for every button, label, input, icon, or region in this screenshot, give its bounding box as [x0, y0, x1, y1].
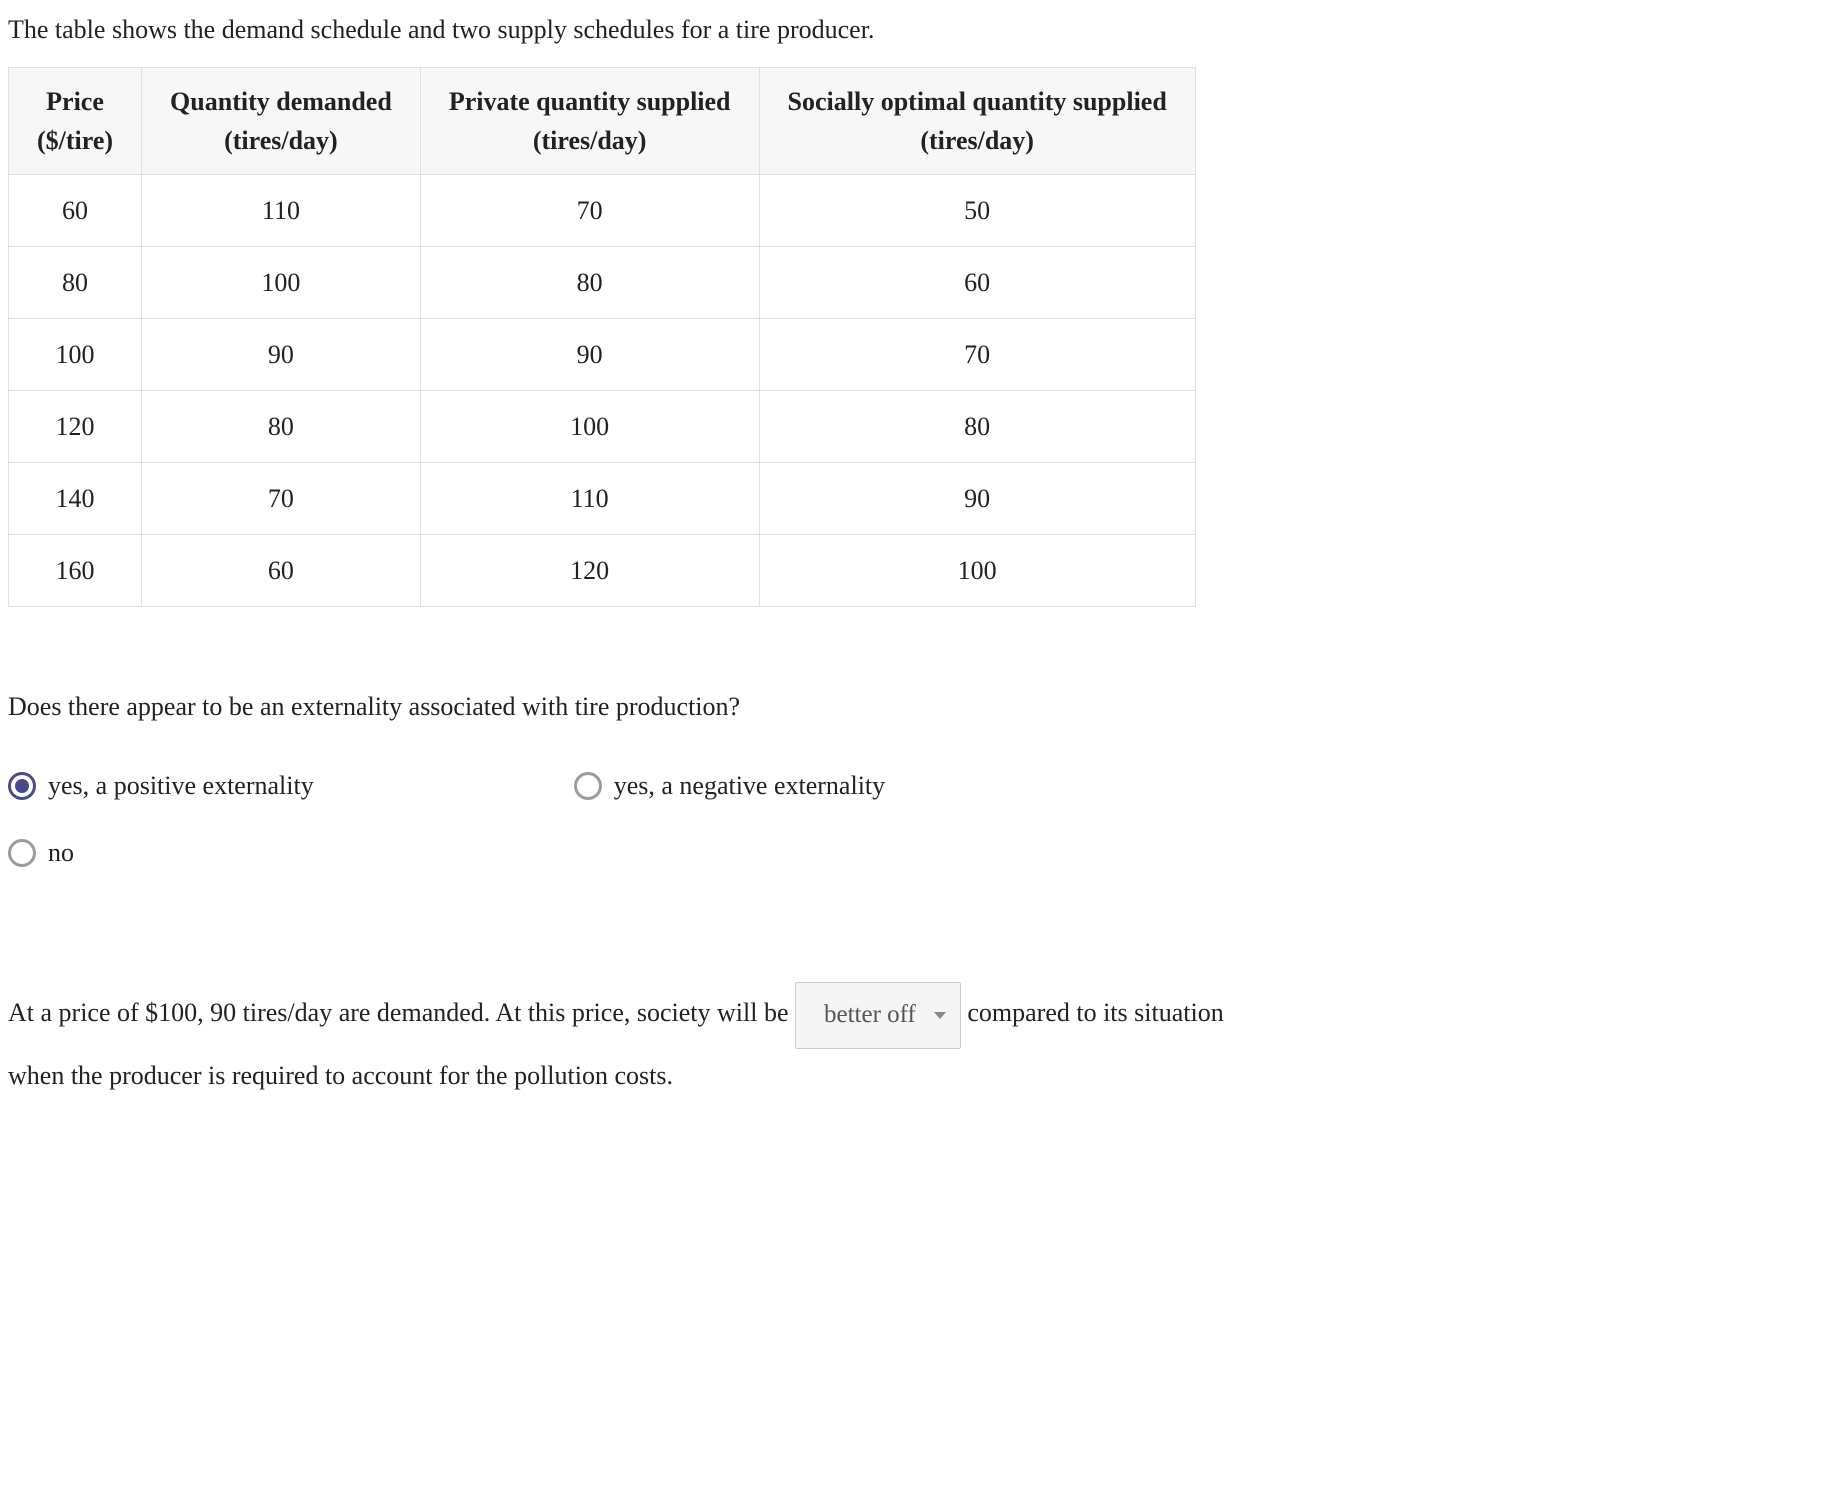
header-line: ($/tire)	[37, 121, 113, 160]
col-header-social-supply: Socially optimal quantity supplied (tire…	[759, 68, 1195, 175]
cell: 80	[420, 247, 759, 319]
option-positive-externality[interactable]: yes, a positive externality	[8, 766, 314, 805]
cell: 100	[420, 391, 759, 463]
header-line: Private quantity supplied	[449, 82, 731, 121]
table-row: 60 110 70 50	[9, 175, 1196, 247]
sentence-part: At a price of $100, 90 tires/day are dem…	[8, 998, 789, 1027]
table-row: 160 60 120 100	[9, 535, 1196, 607]
radio-unselected-icon	[8, 839, 36, 867]
sentence-part: when the producer is required to account…	[8, 1061, 673, 1090]
radio-unselected-icon	[574, 772, 602, 800]
col-header-price: Price ($/tire)	[9, 68, 142, 175]
cell: 80	[759, 391, 1195, 463]
col-header-private-supply: Private quantity supplied (tires/day)	[420, 68, 759, 175]
option-no[interactable]: no	[8, 833, 1838, 872]
cell: 120	[9, 391, 142, 463]
table-header-row: Price ($/tire) Quantity demanded (tires/…	[9, 68, 1196, 175]
col-header-demand: Quantity demanded (tires/day)	[142, 68, 421, 175]
table-row: 120 80 100 80	[9, 391, 1196, 463]
option-label: no	[48, 833, 74, 872]
cell: 90	[420, 319, 759, 391]
table-row: 140 70 110 90	[9, 463, 1196, 535]
cell: 60	[142, 535, 421, 607]
header-line: (tires/day)	[170, 121, 392, 160]
options-row-1: yes, a positive externality yes, a negat…	[8, 766, 1838, 805]
cell: 100	[142, 247, 421, 319]
intro-text: The table shows the demand schedule and …	[8, 10, 1838, 49]
option-negative-externality[interactable]: yes, a negative externality	[574, 766, 885, 805]
fill-in-sentence: At a price of $100, 90 tires/day are dem…	[8, 982, 1838, 1103]
sentence-part: compared to its situation	[967, 998, 1223, 1027]
header-line: Quantity demanded	[170, 82, 392, 121]
cell: 100	[759, 535, 1195, 607]
cell: 70	[142, 463, 421, 535]
header-line: (tires/day)	[449, 121, 731, 160]
cell: 90	[759, 463, 1195, 535]
table-row: 100 90 90 70	[9, 319, 1196, 391]
table-row: 80 100 80 60	[9, 247, 1196, 319]
cell: 70	[420, 175, 759, 247]
option-label: yes, a negative externality	[614, 766, 885, 805]
option-label: yes, a positive externality	[48, 766, 314, 805]
chevron-down-icon	[934, 1012, 946, 1019]
cell: 80	[9, 247, 142, 319]
cell: 110	[420, 463, 759, 535]
header-line: (tires/day)	[788, 121, 1167, 160]
cell: 50	[759, 175, 1195, 247]
cell: 60	[9, 175, 142, 247]
header-line: Socially optimal quantity supplied	[788, 82, 1167, 121]
cell: 110	[142, 175, 421, 247]
header-line: Price	[37, 82, 113, 121]
dropdown-value: better off	[824, 989, 916, 1042]
cell: 90	[142, 319, 421, 391]
cell: 70	[759, 319, 1195, 391]
cell: 120	[420, 535, 759, 607]
cell: 160	[9, 535, 142, 607]
society-outcome-dropdown[interactable]: better off	[795, 982, 961, 1049]
cell: 60	[759, 247, 1195, 319]
radio-selected-icon	[8, 772, 36, 800]
cell: 100	[9, 319, 142, 391]
cell: 140	[9, 463, 142, 535]
question-externality: Does there appear to be an externality a…	[8, 687, 1838, 726]
supply-demand-table: Price ($/tire) Quantity demanded (tires/…	[8, 67, 1196, 607]
cell: 80	[142, 391, 421, 463]
